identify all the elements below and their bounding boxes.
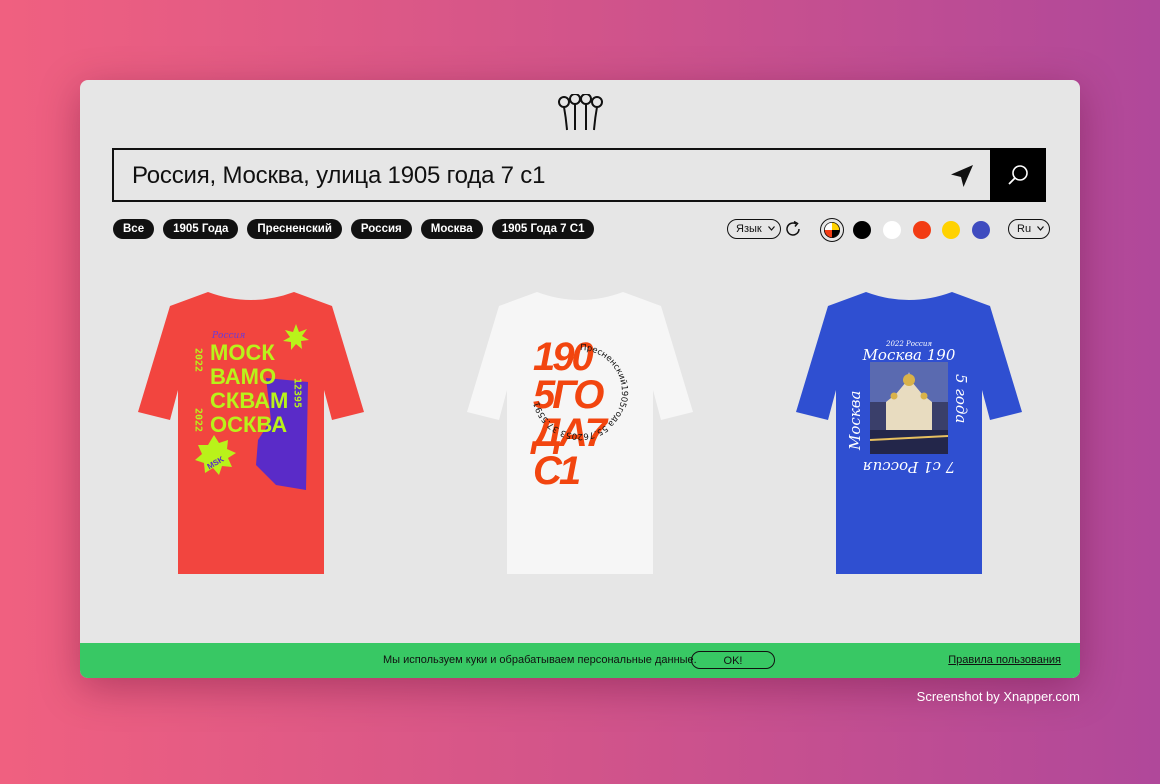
chip-all[interactable]: Все [113, 219, 155, 239]
design-headline: Москва 190 [862, 346, 956, 364]
design-line-1: МОСК [210, 340, 275, 365]
logo-icon [558, 94, 603, 131]
design-line-2: ВАМО [210, 364, 276, 389]
swatch-yellow[interactable] [942, 221, 960, 239]
watermark: Screenshot by Xnapper.com [916, 689, 1080, 704]
multicolor-swatch-icon [824, 222, 840, 238]
design-side-right: 5 года [952, 374, 970, 423]
filter-chips: Все 1905 Года Пресненский Россия Москва … [113, 219, 595, 239]
design-year-2: 2022 [193, 408, 204, 432]
cookie-text: Мы используем куки и обрабатываем персон… [383, 654, 697, 666]
swatch-white[interactable] [883, 221, 901, 239]
language-select[interactable]: Язык [727, 219, 781, 239]
design-line-4: С1 [533, 449, 580, 493]
chevron-down-icon [767, 226, 775, 231]
design-code: 12395 [292, 378, 303, 408]
swatch-all-colors[interactable] [820, 218, 844, 242]
design-line-3: СКВАМ [210, 388, 288, 413]
search-input[interactable]: Россия, Москва, улица 1905 года 7 с1 [132, 150, 545, 200]
search-button[interactable] [990, 148, 1046, 202]
design-year-1: 2022 [193, 348, 204, 372]
chip-moscow[interactable]: Москва [420, 219, 483, 239]
design-bottom: 7 с1 Россия [863, 458, 956, 476]
cookie-banner: Мы используем куки и обрабатываем персон… [80, 643, 1080, 678]
swatch-red[interactable] [913, 221, 931, 239]
chip-presnensky[interactable]: Пресненский [247, 219, 342, 239]
app-window: Россия, Москва, улица 1905 года 7 с1 Все… [80, 80, 1080, 678]
terms-link[interactable]: Правила пользования [948, 643, 1061, 678]
product-card-2[interactable]: 190 5ГО ДА7 С1 Пресненский1905года 55.76… [465, 290, 695, 580]
locale-select[interactable]: Ru [1008, 219, 1051, 239]
swatch-blue[interactable] [972, 221, 990, 239]
refresh-icon[interactable] [783, 219, 803, 239]
cookie-ok-button[interactable]: OK! [691, 651, 775, 669]
product-card-3[interactable]: 2022 Россия Москва 190 Москва 5 года 7 с… [794, 290, 1024, 580]
search-icon [1008, 165, 1028, 185]
chip-russia[interactable]: Россия [350, 219, 412, 239]
swatch-black[interactable] [853, 221, 871, 239]
chip-full-address[interactable]: 1905 Года 7 С1 [491, 219, 595, 239]
chevron-down-icon [1037, 226, 1045, 231]
language-label: Язык [736, 223, 762, 235]
product-card-1[interactable]: Россия 2022 2022 12395 МОСК ВАМО СКВАМ О… [136, 290, 366, 580]
locale-label: Ru [1017, 223, 1032, 235]
location-arrow-icon[interactable] [948, 162, 976, 190]
product-grid: Россия 2022 2022 12395 МОСК ВАМО СКВАМ О… [80, 280, 1080, 590]
design-line-4: ОСКВА [210, 412, 287, 437]
search-bar[interactable]: Россия, Москва, улица 1905 года 7 с1 [112, 148, 1046, 202]
design-side-left: Москва [846, 391, 864, 451]
chip-1905-goda[interactable]: 1905 Года [163, 219, 239, 239]
